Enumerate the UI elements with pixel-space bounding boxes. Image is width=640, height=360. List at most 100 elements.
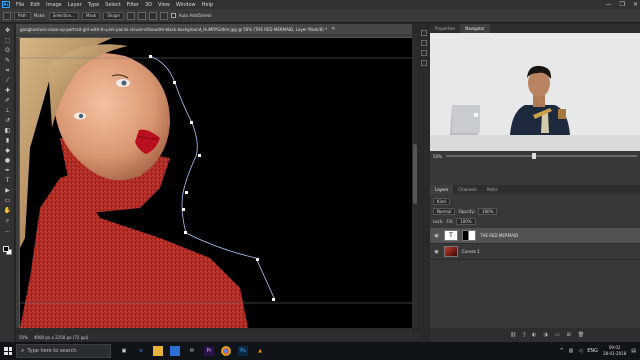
path-operations-icon[interactable] xyxy=(126,11,135,20)
taskbar-clock[interactable]: 09:02 28-01-2018 xyxy=(603,345,626,357)
path-select-tool-icon[interactable]: ▶ xyxy=(3,187,12,194)
mail-icon[interactable]: ✉ xyxy=(187,346,197,356)
tool-mode-select[interactable]: Path xyxy=(14,11,31,20)
volume-icon[interactable]: ◁ xyxy=(578,348,582,354)
network-icon[interactable]: ▥ xyxy=(569,348,574,354)
path-arrangement-icon[interactable] xyxy=(148,11,157,20)
tray-chevron-icon[interactable]: ^ xyxy=(559,348,563,354)
tab-navigator[interactable]: Navigator xyxy=(460,24,490,33)
navigator-zoom-knob[interactable] xyxy=(531,153,536,159)
explorer-icon[interactable] xyxy=(153,346,163,356)
eyedropper-tool-icon[interactable]: ⁄ xyxy=(3,77,12,84)
auto-add-delete-checkbox[interactable] xyxy=(170,13,176,18)
history-brush-icon[interactable]: ↺ xyxy=(3,117,12,124)
rectangle-tool-icon[interactable]: ▭ xyxy=(3,197,12,204)
crop-tool-icon[interactable]: ⌗ xyxy=(3,67,12,74)
opacity-input[interactable]: 100% xyxy=(477,207,498,215)
fill-input[interactable]: 100% xyxy=(456,217,476,225)
menu-help[interactable]: Help xyxy=(199,2,216,8)
zoom-tool-icon[interactable]: ⌕ xyxy=(3,217,12,224)
visibility-eye-icon[interactable]: ◉ xyxy=(433,233,440,239)
document-canvas[interactable] xyxy=(20,38,412,328)
pen-tool-preset-icon[interactable] xyxy=(3,11,11,20)
menu-view[interactable]: View xyxy=(155,2,173,8)
menu-edit[interactable]: Edit xyxy=(27,2,43,8)
eraser-tool-icon[interactable]: ◧ xyxy=(3,127,12,134)
status-doc-info[interactable]: 4000 px x 2250 px (72 ppi) xyxy=(34,335,89,340)
type-tool-icon[interactable]: T xyxy=(3,177,12,184)
tab-properties[interactable]: Properties xyxy=(430,24,460,33)
edge-icon[interactable]: e xyxy=(136,346,146,356)
layer-row[interactable]: ◉ T THE RED MERMAID xyxy=(430,228,640,244)
make-selection-button[interactable]: Selection... xyxy=(48,11,79,20)
blend-mode-select[interactable]: Normal xyxy=(433,207,456,215)
paragraph-panel-icon[interactable] xyxy=(421,60,427,66)
menu-window[interactable]: Window xyxy=(173,2,199,8)
marquee-tool-icon[interactable]: ⬚ xyxy=(3,37,12,44)
quick-select-tool-icon[interactable]: ✎ xyxy=(3,57,12,64)
move-tool-icon[interactable]: ✥ xyxy=(3,27,12,34)
maximize-button[interactable]: ❐ xyxy=(620,1,625,8)
layer-mask-thumbnail[interactable] xyxy=(462,230,476,241)
more-tools-icon[interactable]: … xyxy=(3,227,12,234)
trash-icon[interactable]: 🗑 xyxy=(578,332,584,338)
task-view-icon[interactable]: ▣ xyxy=(119,346,129,356)
menu-select[interactable]: Select xyxy=(102,2,123,8)
visibility-eye-icon[interactable]: ◉ xyxy=(433,249,440,255)
mask-icon[interactable]: ◐ xyxy=(532,332,536,338)
premiere-icon[interactable]: Pr xyxy=(204,346,214,356)
taskbar-search[interactable]: ⌕ Type here to search xyxy=(16,344,111,358)
healing-brush-icon[interactable]: ✚ xyxy=(3,87,12,94)
menu-layer[interactable]: Layer xyxy=(65,2,85,8)
vertical-scroll-thumb[interactable] xyxy=(413,144,417,204)
navigator-zoom-value[interactable]: 50% xyxy=(433,154,442,159)
blur-tool-icon[interactable]: ◆ xyxy=(3,147,12,154)
tab-paths[interactable]: Paths xyxy=(482,185,503,194)
clone-stamp-icon[interactable]: ⊥ xyxy=(3,107,12,114)
canvas-image[interactable] xyxy=(20,38,412,328)
close-tab-icon[interactable]: ✕ xyxy=(331,26,335,32)
brush-tool-icon[interactable]: ✐ xyxy=(3,97,12,104)
store-icon[interactable] xyxy=(170,346,180,356)
make-mask-button[interactable]: Mask xyxy=(81,11,101,20)
minimize-button[interactable]: — xyxy=(606,1,612,8)
status-zoom[interactable]: 50% xyxy=(19,335,28,340)
close-window-button[interactable]: ✕ xyxy=(633,1,638,8)
gradient-tool-icon[interactable]: ▮ xyxy=(3,137,12,144)
adjustment-icon[interactable]: ◑ xyxy=(544,332,548,338)
navigator-preview[interactable] xyxy=(430,33,640,151)
lasso-tool-icon[interactable]: ʘ xyxy=(3,47,12,54)
history-panel-icon[interactable] xyxy=(421,30,427,36)
vertical-scrollbar[interactable] xyxy=(412,34,418,328)
vlc-icon[interactable]: ▲ xyxy=(255,346,265,356)
menu-filter[interactable]: Filter xyxy=(124,2,142,8)
layer-row[interactable]: ◉ Curves 1 xyxy=(430,244,640,260)
tab-channels[interactable]: Channels xyxy=(453,185,482,194)
document-tab[interactable]: gangbixstock-close-up-portrait-girl-with… xyxy=(16,24,412,34)
tab-layers[interactable]: Layers xyxy=(430,185,454,194)
foreground-color-swatch[interactable] xyxy=(3,246,9,252)
layer-kind-filter[interactable]: Kind xyxy=(433,197,450,205)
dodge-tool-icon[interactable]: ● xyxy=(3,157,12,164)
path-alignment-icon[interactable] xyxy=(137,11,146,20)
character-panel-icon[interactable] xyxy=(421,50,427,56)
new-layer-icon[interactable]: ⊞ xyxy=(567,332,571,338)
notifications-icon[interactable]: ▤ xyxy=(631,348,636,354)
photoshop-icon[interactable]: Ps xyxy=(238,346,248,356)
menu-image[interactable]: Image xyxy=(43,2,65,8)
hand-tool-icon[interactable]: ✋ xyxy=(3,207,12,214)
fx-icon[interactable]: ƒ xyxy=(523,332,525,338)
menu-file[interactable]: File xyxy=(13,2,27,8)
make-shape-button[interactable]: Shape xyxy=(103,11,124,20)
menu-3d[interactable]: 3D xyxy=(142,2,155,8)
pen-tool-icon[interactable]: ✒ xyxy=(3,167,12,174)
brush-panel-icon[interactable] xyxy=(421,40,427,46)
menu-type[interactable]: Type xyxy=(85,2,102,8)
navigator-zoom-slider[interactable] xyxy=(445,153,637,159)
link-icon[interactable]: ⛓ xyxy=(510,332,516,338)
start-button[interactable] xyxy=(0,342,16,360)
chrome-icon[interactable] xyxy=(221,346,231,356)
gear-icon[interactable] xyxy=(159,11,168,20)
language-indicator[interactable]: ENG xyxy=(587,348,598,354)
folder-icon[interactable]: ▭ xyxy=(555,332,560,338)
